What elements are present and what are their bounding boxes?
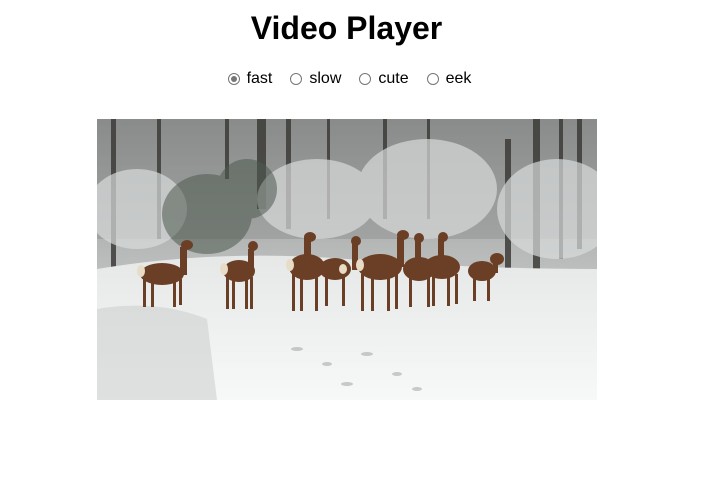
page: Video Player fast slow cute eek	[0, 0, 707, 493]
speed-radio-group: fast slow cute eek	[0, 69, 699, 89]
radio-button-cute[interactable]	[359, 73, 372, 85]
radio-option-cute[interactable]: cute	[359, 69, 409, 89]
radio-button-slow[interactable]	[290, 73, 303, 85]
radio-button-eek[interactable]	[426, 73, 439, 85]
radio-label-slow: slow	[309, 70, 342, 87]
video-frame	[97, 119, 597, 400]
radio-option-slow[interactable]: slow	[290, 69, 341, 89]
radio-label-eek: eek	[445, 70, 472, 87]
radio-button-fast[interactable]	[227, 73, 240, 85]
video-player[interactable]	[97, 119, 597, 400]
radio-label-cute: cute	[378, 70, 409, 87]
radio-option-fast[interactable]: fast	[227, 69, 273, 89]
radio-option-eek[interactable]: eek	[426, 69, 472, 89]
page-title: Video Player	[250, 10, 443, 46]
radio-label-fast: fast	[246, 70, 273, 87]
